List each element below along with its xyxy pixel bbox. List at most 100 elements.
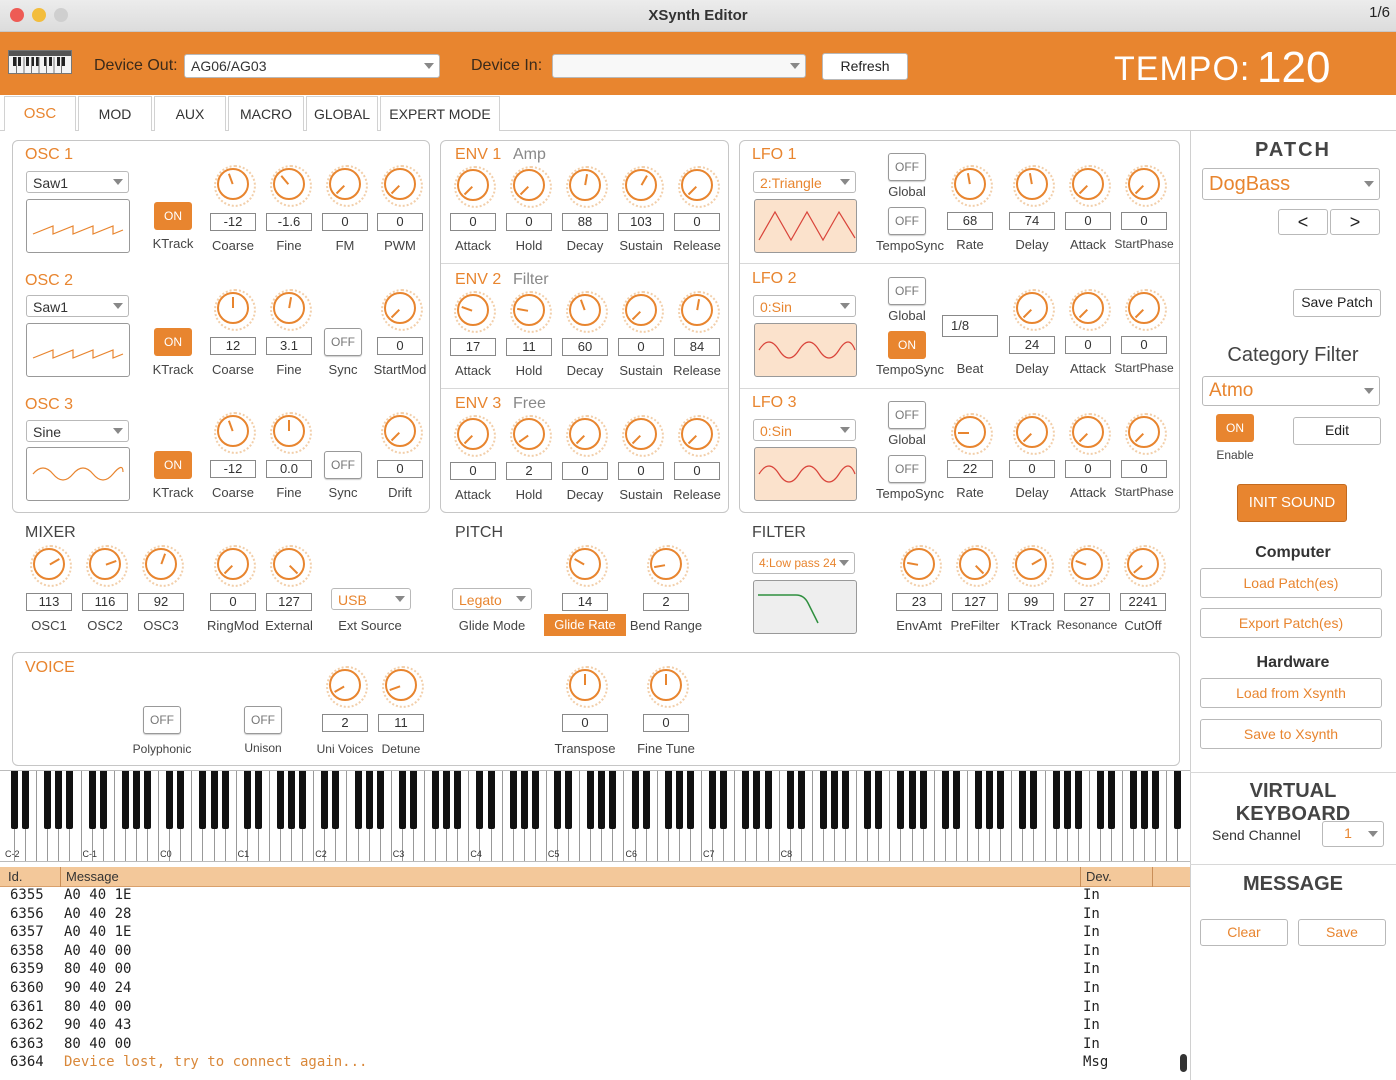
category-enable-toggle[interactable]: ON [1216,414,1254,442]
lfo2-startphase-value[interactable]: 0 [1121,336,1167,354]
black-key[interactable] [587,771,595,829]
osc3-ktrack-toggle[interactable]: ON [154,451,192,479]
black-key[interactable] [454,771,462,829]
env3-decay-value[interactable]: 0 [562,462,608,480]
black-key[interactable] [22,771,30,829]
tab-osc[interactable]: OSC [4,96,76,131]
osc1-pwm-knob[interactable] [381,165,423,207]
lfo1-startphase-value[interactable]: 0 [1121,212,1167,230]
osc2-coarse-knob[interactable] [214,289,256,331]
filter-type-select[interactable]: 4:Low pass 24 [752,552,855,574]
black-key[interactable] [952,771,960,829]
env2-decay-knob[interactable] [566,290,608,333]
osc1-wave-select[interactable]: Saw1 [26,171,129,193]
lfo1-rate-value[interactable]: 68 [947,212,993,230]
black-key[interactable] [243,771,251,829]
black-key[interactable] [675,771,683,829]
osc3-wave-select[interactable]: Sine [26,420,129,442]
filter-ktrack-value[interactable]: 99 [1008,593,1054,611]
lfo1-attack-knob[interactable] [1069,165,1111,207]
black-key[interactable] [1174,771,1182,829]
osc2-fine-value[interactable]: 3.1 [266,337,312,355]
save-patch-button[interactable]: Save Patch [1293,289,1381,317]
osc2-startmod-knob[interactable] [381,289,423,331]
osc2-sync-toggle[interactable]: OFF [324,328,362,356]
osc2-wave-select[interactable]: Saw1 [26,295,129,317]
lfo2-delay-knob[interactable] [1013,289,1055,331]
device-out-select[interactable]: AG06/AG03 [184,54,440,78]
black-key[interactable] [88,771,96,829]
lfo3-rate-value[interactable]: 22 [947,460,993,478]
black-key[interactable] [875,771,883,829]
black-key[interactable] [819,771,827,829]
mixer-osc1-knob[interactable] [30,545,72,587]
black-key[interactable] [631,771,639,829]
glide-mode-select[interactable]: Legato [452,588,532,610]
env1-decay-knob[interactable] [566,166,608,208]
lfo3-global-toggle[interactable]: OFF [888,401,926,429]
mixer-osc1-value[interactable]: 113 [26,593,72,611]
black-key[interactable] [321,771,329,829]
virtual-keyboard[interactable]: C-2 C-1 C0 C1 C2 C3 C4 C5 C6 C7 C8 [0,770,1190,862]
osc1-ktrack-toggle[interactable]: ON [154,202,192,230]
filter-prefilter-knob[interactable] [956,545,998,587]
osc2-startmod-value[interactable]: 0 [377,337,423,355]
filter-resonance-knob[interactable] [1068,545,1110,587]
osc3-drift-value[interactable]: 0 [377,460,423,478]
filter-cutoff-knob[interactable] [1124,545,1166,587]
env2-attack-value[interactable]: 17 [450,337,496,356]
env1-release-knob[interactable] [678,166,720,208]
black-key[interactable] [720,771,728,829]
lfo3-startphase-knob[interactable] [1125,413,1167,455]
lfo3-attack-knob[interactable] [1069,413,1111,455]
table-row[interactable]: 6363 80 40 00 In [0,1035,1190,1054]
table-row[interactable]: 6357 A0 40 1E In [0,923,1190,942]
black-key[interactable] [642,771,650,829]
black-key[interactable] [132,771,140,829]
osc1-coarse-value[interactable]: -12 [210,213,256,231]
message-scrollbar[interactable] [1180,1054,1187,1072]
env1-attack-value[interactable]: 0 [450,213,496,231]
black-key[interactable] [1096,771,1104,829]
env2-hold-knob[interactable] [510,290,552,333]
mixer-ringmod-knob[interactable] [214,545,256,587]
mixer-osc2-knob[interactable] [86,545,128,587]
osc1-fm-value[interactable]: 0 [322,213,368,231]
black-key[interactable] [609,771,617,829]
load-from-xsynth-button[interactable]: Load from Xsynth [1200,678,1382,708]
black-key[interactable] [276,771,284,829]
osc1-fine-knob[interactable] [270,165,312,207]
save-to-xsynth-button[interactable]: Save to Xsynth [1200,719,1382,749]
osc3-fine-knob[interactable] [270,412,312,454]
tab-aux[interactable]: AUX [154,96,226,131]
env3-hold-value[interactable]: 2 [506,462,552,480]
bend-range-value[interactable]: 2 [643,593,689,611]
mixer-ringmod-value[interactable]: 0 [210,593,256,611]
black-key[interactable] [432,771,440,829]
env2-sustain-knob[interactable] [622,290,664,333]
lfo1-wave-select[interactable]: 2:Triangle [753,171,856,193]
black-key[interactable] [1030,771,1038,829]
lfo2-delay-value[interactable]: 24 [1009,336,1055,354]
table-row[interactable]: 6359 80 40 00 In [0,960,1190,979]
detune-value[interactable]: 11 [378,714,424,732]
lfo3-wave-select[interactable]: 0:Sin [753,419,856,441]
black-key[interactable] [908,771,916,829]
black-key[interactable] [1074,771,1082,829]
lfo3-rate-knob[interactable] [951,413,993,455]
mixer-osc3-value[interactable]: 92 [138,593,184,611]
send-channel-select[interactable]: 1 [1322,821,1384,847]
init-sound-button[interactable]: INIT SOUND [1237,484,1347,522]
filter-resonance-value[interactable]: 27 [1064,593,1110,611]
table-row[interactable]: 6360 90 40 24 In [0,979,1190,998]
black-key[interactable] [786,771,794,829]
uni-voices-value[interactable]: 2 [322,714,368,732]
black-key[interactable] [99,771,107,829]
black-key[interactable] [1141,771,1149,829]
black-key[interactable] [709,771,717,829]
table-row[interactable]: 6362 90 40 43 In [0,1016,1190,1035]
black-key[interactable] [598,771,606,829]
load-patches-button[interactable]: Load Patch(es) [1200,568,1382,598]
black-key[interactable] [1107,771,1115,829]
filter-envamt-value[interactable]: 23 [896,593,942,611]
